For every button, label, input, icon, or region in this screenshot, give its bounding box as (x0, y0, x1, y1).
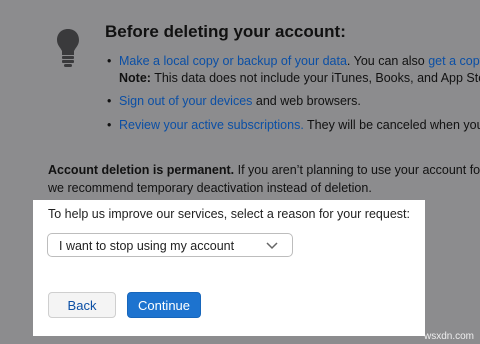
watermark: wsxdn.com (423, 331, 474, 342)
backup-data-link[interactable]: Make a local copy or backup of your data (119, 54, 347, 68)
review-subscriptions-link[interactable]: Review your active subscriptions. (119, 118, 304, 132)
warning-bold: Account deletion is permanent. (48, 163, 235, 177)
lightbulb-icon (57, 29, 79, 67)
sign-out-devices-link[interactable]: Sign out of your devices (119, 94, 252, 108)
list-item: Sign out of your devices and web browser… (107, 93, 480, 117)
deletion-warning: Account deletion is permanent. If you ar… (48, 161, 480, 197)
reason-selected-value: I want to stop using my account (59, 239, 235, 253)
bullet-list: Make a local copy or backup of your data… (107, 53, 480, 134)
reason-select[interactable]: I want to stop using my account (47, 233, 293, 257)
get-copy-link[interactable]: get a copy (428, 54, 480, 68)
list-item: Review your active subscriptions. They w… (107, 117, 480, 134)
warning-line2: we recommend temporary deactivation inst… (48, 181, 372, 195)
bullet-text: . You can also (346, 54, 429, 68)
reason-dialog: To help us improve our services, select … (33, 200, 425, 336)
bullet-text: They will be canceled when your (303, 118, 480, 132)
bullet-text: and web browsers. (252, 94, 361, 108)
back-button[interactable]: Back (48, 292, 116, 318)
note-text: This data does not include your iTunes, … (150, 71, 480, 85)
reason-prompt: To help us improve our services, select … (48, 207, 410, 221)
note-label: Note: (119, 71, 151, 85)
warning-text: If you aren’t planning to use your accou… (234, 163, 480, 177)
list-item: Make a local copy or backup of your data… (107, 53, 480, 93)
continue-button[interactable]: Continue (127, 292, 201, 318)
page-title: Before deleting your account: (105, 22, 346, 41)
chevron-down-icon (266, 242, 278, 250)
